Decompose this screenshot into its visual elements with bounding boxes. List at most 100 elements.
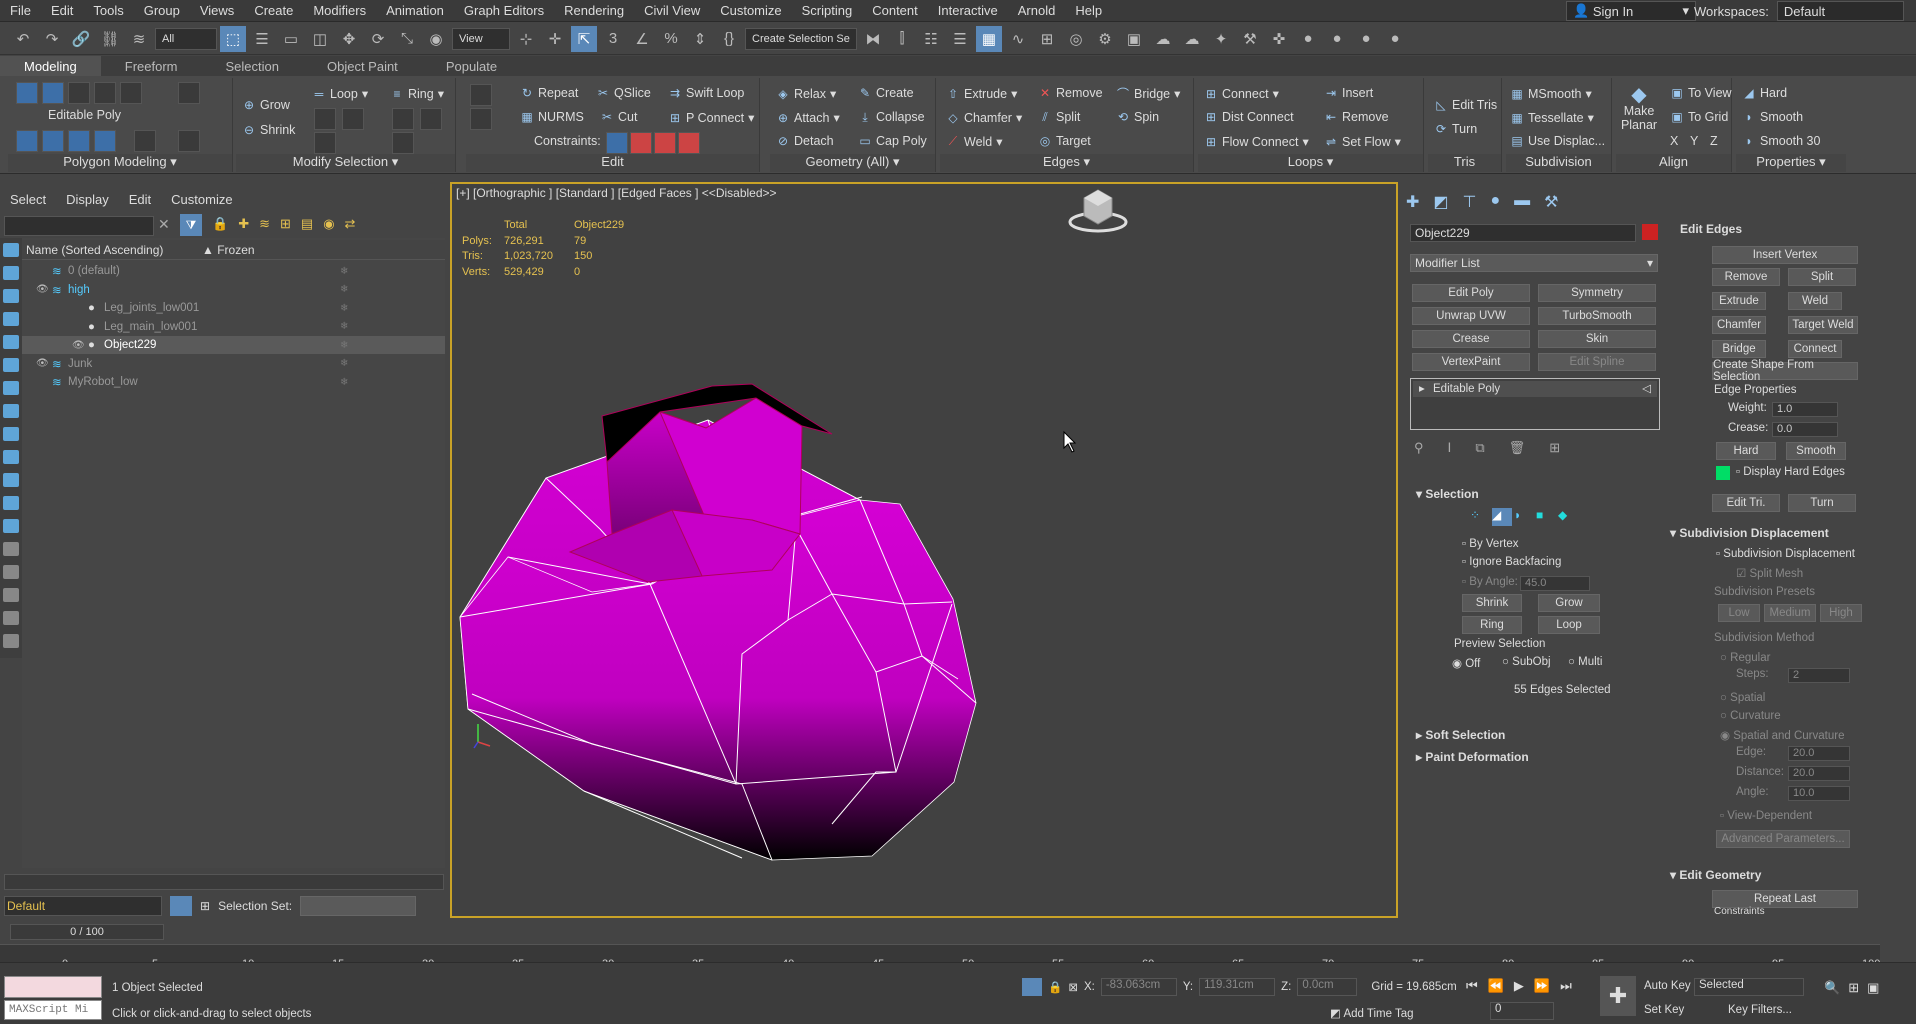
display-geometry-icon[interactable] (3, 266, 19, 280)
selection-rollout-title[interactable]: ▾ Selection (1416, 487, 1479, 501)
hard-panel-button[interactable]: Hard (1716, 442, 1776, 460)
render-cloud-icon[interactable]: ☁ (1179, 26, 1205, 52)
schematic-view-icon[interactable]: ⊞ (1034, 26, 1060, 52)
maxscript-input[interactable]: MAXScript Mi (4, 1000, 102, 1020)
modifier-button-skin[interactable]: Skin (1538, 330, 1656, 348)
border-subobj-icon[interactable]: ◗ (1514, 508, 1534, 526)
modifier-button-vertexpaint[interactable]: VertexPaint (1412, 353, 1530, 371)
selection-lock-icon[interactable] (1022, 978, 1042, 996)
hierarchy-icon[interactable]: ⊞ (280, 216, 291, 232)
loop-mode-icon[interactable] (314, 108, 336, 130)
preview-off-radio[interactable]: ◉ Off (1452, 656, 1480, 670)
chamfer-panel-button[interactable]: Chamfer (1712, 316, 1766, 334)
repeat-button[interactable]: ↻ Repeat (520, 86, 578, 100)
frozen-column-header[interactable]: ▲ Frozen (192, 243, 255, 257)
display-bones-icon[interactable] (3, 450, 19, 464)
modifier-button-edit-spline[interactable]: Edit Spline (1538, 353, 1656, 371)
auto-key-button[interactable]: Auto Key (1644, 980, 1691, 992)
scene-row[interactable]: ≋ MyRobot_low ❄ (22, 373, 445, 391)
preserve-uv-icon[interactable] (470, 84, 492, 106)
frozen-icon[interactable]: ❄ (340, 321, 348, 332)
menu-tools[interactable]: Tools (83, 3, 133, 18)
edit-tri-button[interactable]: Edit Tri. (1712, 494, 1780, 512)
ribbon-tab-object-paint[interactable]: Object Paint (303, 56, 422, 76)
filter-icon[interactable]: ⧩ (180, 214, 202, 236)
scene-row[interactable]: ● Leg_main_low001 ❄ (22, 318, 445, 336)
highlight-icon[interactable]: ◉ (323, 216, 334, 232)
render-setup-icon[interactable]: ⚙ (1092, 26, 1118, 52)
scene-row[interactable]: ● Leg_joints_low001 ❄ (22, 299, 445, 317)
frozen-icon[interactable]: ❄ (340, 377, 348, 388)
target-weld-button[interactable]: Target Weld (1788, 316, 1858, 334)
constraint-normal-icon[interactable] (678, 132, 700, 154)
bridge-panel-button[interactable]: Bridge (1712, 340, 1766, 358)
insert-loop-button[interactable]: ⇥ Insert (1324, 86, 1373, 100)
scene-row[interactable]: ≋ 0 (default) ❄ (22, 262, 445, 280)
cut-button[interactable]: ✂ Cut (600, 110, 637, 124)
extra-tool3-icon[interactable]: ● (1295, 26, 1321, 52)
scene-row[interactable]: 👁 ≋ high ❄ (22, 281, 445, 299)
subdivision-displacement-rollout[interactable]: ▾ Subdivision Displacement (1670, 526, 1829, 540)
soft-selection-rollout[interactable]: ▸ Soft Selection (1416, 728, 1505, 742)
display-none-icon[interactable] (3, 243, 19, 257)
turn-panel-button[interactable]: Turn (1788, 494, 1856, 512)
pink-mesh-object[interactable] (459, 383, 977, 861)
ring-button[interactable]: ≡ Ring ▾ (390, 86, 444, 102)
menu-modifiers[interactable]: Modifiers (303, 3, 376, 18)
to-grid-button[interactable]: ▣ To Grid (1670, 110, 1728, 124)
chamfer-button[interactable]: ◇ Chamfer ▾ (946, 110, 1022, 126)
create-tab-icon[interactable]: ✚ (1406, 192, 1419, 212)
configure-sets-icon[interactable]: ⊞ (1549, 440, 1560, 456)
zoom-icon[interactable]: 🔍 (1824, 980, 1840, 996)
stack-icon[interactable]: ▤ (301, 216, 313, 232)
vertex-subobj-icon[interactable]: ⁘ (1470, 508, 1490, 526)
extra-tool2-icon[interactable]: ✜ (1266, 26, 1292, 52)
smooth-panel-button[interactable]: Smooth (1786, 442, 1846, 460)
select-by-name-icon[interactable]: ☰ (249, 26, 275, 52)
set-flow-button[interactable]: ⇌ Set Flow ▾ (1324, 134, 1401, 150)
weight-field[interactable]: 1.0 (1772, 402, 1838, 417)
align-x-button[interactable]: X (1670, 134, 1678, 148)
remove-edge-button[interactable]: ✕ Remove (1038, 86, 1103, 100)
absolute-mode-icon[interactable]: ⊠ (1068, 980, 1078, 994)
connect-panel-button[interactable]: Connect (1788, 340, 1842, 358)
frozen-icon[interactable]: ❄ (340, 340, 348, 351)
motion-tab-icon[interactable]: ● (1490, 192, 1500, 212)
extra-tool-icon[interactable]: ⚒ (1237, 26, 1263, 52)
menu-scripting[interactable]: Scripting (792, 3, 863, 18)
maxscript-listener-output[interactable] (4, 976, 102, 998)
key-selection-dropdown[interactable]: Selected (1694, 978, 1804, 996)
ribbon-tab-populate[interactable]: Populate (422, 56, 521, 76)
zoom-extents-icon[interactable]: ▣ (1867, 980, 1879, 996)
scene-scrollbar[interactable] (4, 874, 444, 890)
display-layer-icon[interactable] (3, 634, 19, 648)
lock-icon[interactable]: 🔒 (212, 216, 228, 232)
use-displacement-button[interactable]: ▤ Use Displac... (1510, 134, 1605, 148)
weld-panel-button[interactable]: Weld (1788, 292, 1842, 310)
edit-edges-rollout[interactable]: Edit Edges (1680, 222, 1742, 236)
qslice-button[interactable]: ✂ QSlice (596, 86, 651, 100)
rect-region-icon[interactable]: ▭ (278, 26, 304, 52)
menu-graph-editors[interactable]: Graph Editors (454, 3, 554, 18)
view-dependent-checkbox[interactable]: ▫ View-Dependent (1720, 810, 1812, 822)
pin-stack-icon[interactable]: ⚲ (1414, 440, 1424, 456)
preview-multi-radio[interactable]: ○ Multi (1568, 656, 1602, 668)
mirror-icon[interactable]: ⧓ (860, 26, 886, 52)
go-to-start-icon[interactable]: ⏮ (1466, 978, 1478, 994)
crease-field[interactable]: 0.0 (1772, 422, 1838, 437)
selection-set-dropdown[interactable] (300, 896, 417, 916)
create-button[interactable]: ✎ Create (858, 86, 914, 100)
named-selection-dropdown[interactable]: Create Selection Se (745, 27, 857, 50)
menu-civil-view[interactable]: Civil View (634, 3, 710, 18)
placement-icon[interactable]: ◉ (423, 26, 449, 52)
percent-snap-icon[interactable]: % (658, 26, 684, 52)
modify-tab-icon[interactable]: ◩ (1433, 192, 1448, 212)
target-button[interactable]: ◎ Target (1038, 134, 1091, 148)
scene-menu-select[interactable]: Select (0, 192, 56, 207)
attach-button[interactable]: ⊕ Attach ▾ (776, 110, 840, 126)
hard-edge-color-swatch[interactable] (1716, 466, 1730, 480)
key-filters-button[interactable]: Key Filters... (1728, 1004, 1792, 1016)
sync-icon[interactable]: ⇄ (345, 216, 356, 232)
swift-loop-button[interactable]: ⇉ Swift Loop (668, 86, 744, 100)
modify-selection-title[interactable]: Modify Selection ▾ (236, 154, 455, 172)
